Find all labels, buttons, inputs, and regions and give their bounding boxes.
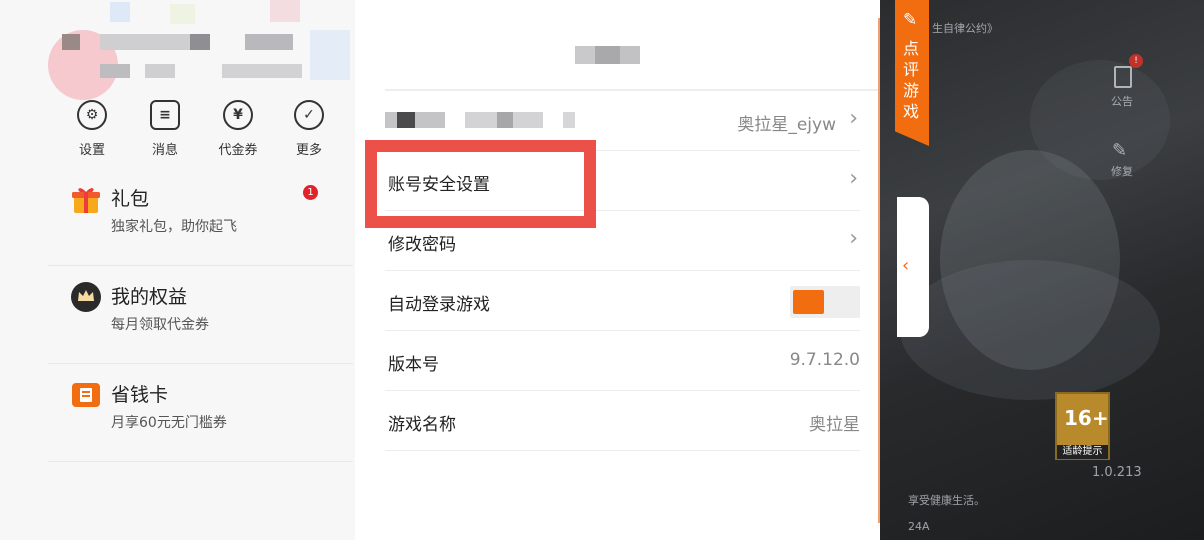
gift-icon: [72, 188, 100, 213]
review-game-tab[interactable]: ✎ 点评游戏: [895, 0, 929, 146]
collapse-panel-tab[interactable]: ‹: [897, 197, 929, 337]
notice-badge: !: [1129, 54, 1143, 68]
toggle-knob: [793, 290, 824, 314]
age-rating-number: 16+: [1064, 406, 1109, 430]
settings-panel: 奥拉星_ejyw › 账号安全设置 › 修改密码 › 自动登录游戏 版本号 9.…: [355, 0, 880, 540]
my-benefits-title: 我的权益: [111, 286, 188, 308]
voucher-shortcut-label: 代金券: [218, 143, 258, 158]
review-game-label: 点评游戏: [903, 39, 920, 121]
highlight-box: [365, 140, 596, 228]
game-version-text: 1.0.213: [1092, 465, 1142, 480]
age-rating-label: 适龄提示: [1057, 445, 1108, 459]
game-name-value: 奥拉星: [809, 415, 860, 435]
messages-shortcut[interactable]: ≡ 消息: [135, 98, 195, 158]
more-shortcut-label: 更多: [295, 143, 322, 158]
more-icon: ✓: [294, 100, 324, 130]
voucher-icon: ¥: [223, 100, 253, 130]
auto-login-label: 自动登录游戏: [388, 295, 490, 315]
auto-login-toggle[interactable]: [790, 286, 860, 318]
notice-icon: [1114, 66, 1132, 88]
my-benefits-subtitle: 每月领取代金券: [111, 317, 209, 333]
quick-actions: ⚙ 设置 ≡ 消息 ¥ 代金券 ✓ 更多: [62, 98, 352, 158]
wrench-icon[interactable]: ✎: [1112, 140, 1127, 161]
blurred-profile-header: [40, 0, 355, 105]
game-name-label: 游戏名称: [388, 415, 456, 435]
chevron-left-icon: ‹: [902, 255, 910, 276]
crown-icon: [71, 282, 101, 312]
my-benefits-card[interactable]: 我的权益 每月领取代金券: [48, 266, 353, 364]
game-bottom-text: 享受健康生活。: [908, 494, 985, 507]
notice-label: 公告: [1111, 95, 1133, 108]
more-shortcut[interactable]: ✓ 更多: [279, 98, 339, 158]
savings-card-icon: [72, 383, 100, 407]
settings-shortcut[interactable]: ⚙ 设置: [62, 98, 122, 158]
savings-card[interactable]: 省钱卡 月享60元无门槛券: [48, 364, 353, 462]
chevron-right-icon: ›: [849, 166, 858, 191]
gift-pack-card[interactable]: 礼包 独家礼包，助你起飞 1: [48, 168, 353, 266]
wrench-label: 修复: [1111, 165, 1133, 178]
version-label: 版本号: [388, 355, 439, 375]
gear-icon: ⚙: [77, 100, 107, 130]
pencil-icon: ✎: [903, 10, 918, 30]
left-panel: ⚙ 设置 ≡ 消息 ¥ 代金券 ✓ 更多 礼包 独家礼包，助你起飞 1 我的权益…: [0, 0, 355, 540]
settings-shortcut-label: 设置: [78, 143, 105, 158]
chevron-right-icon: ›: [849, 106, 858, 131]
age-rating-badge: 16+ 适龄提示: [1055, 392, 1110, 460]
messages-shortcut-label: 消息: [151, 143, 178, 158]
gift-pack-title: 礼包: [111, 188, 150, 210]
game-top-text: 生自律公约》: [932, 22, 998, 35]
auto-login-row: 自动登录游戏: [385, 271, 860, 331]
game-bottom-text-2: 24A: [908, 520, 930, 533]
blurred-account-label: [385, 112, 575, 128]
gift-pack-subtitle: 独家礼包，助你起飞: [111, 219, 237, 235]
game-name-row: 游戏名称 奥拉星: [385, 391, 860, 451]
blurred-panel-title: [575, 46, 640, 64]
account-name-value: 奥拉星_ejyw: [737, 115, 836, 135]
chevron-right-icon: ›: [849, 226, 858, 251]
savings-card-title: 省钱卡: [111, 384, 169, 406]
gift-pack-badge: 1: [303, 185, 318, 200]
version-row: 版本号 9.7.12.0: [385, 331, 860, 391]
savings-card-subtitle: 月享60元无门槛券: [111, 415, 227, 431]
voucher-shortcut[interactable]: ¥ 代金券: [208, 98, 268, 158]
notice-button[interactable]: !: [1108, 54, 1143, 94]
change-password-label: 修改密码: [388, 235, 456, 255]
version-value: 9.7.12.0: [789, 350, 860, 370]
message-icon: ≡: [150, 100, 180, 130]
